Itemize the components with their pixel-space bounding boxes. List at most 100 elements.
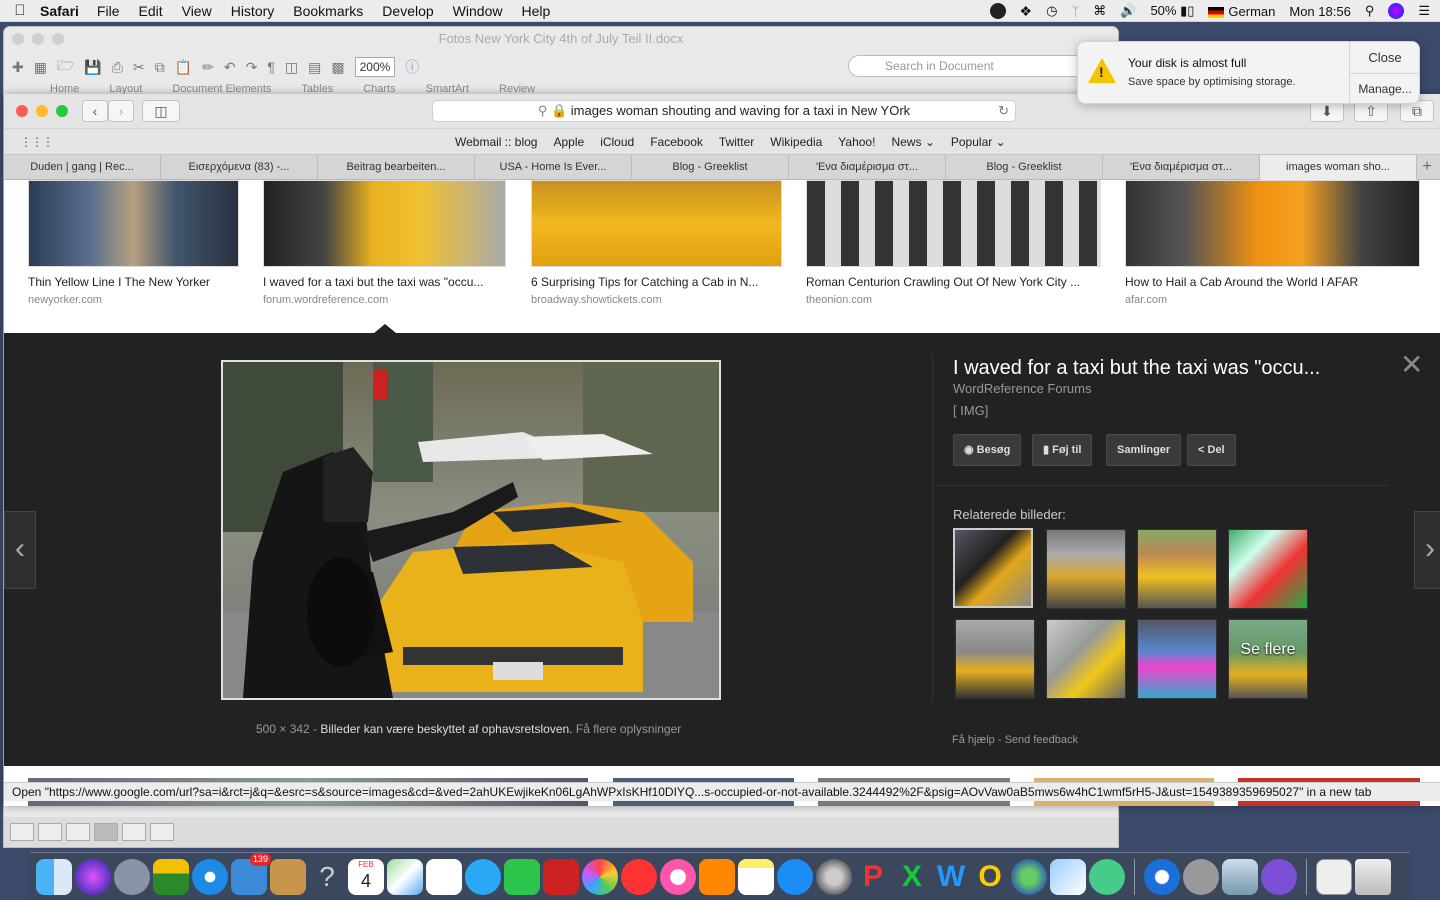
menu-window[interactable]: Window bbox=[453, 3, 503, 19]
tab-apartment-1[interactable]: 'Ενα διαμέρισμα στ... bbox=[789, 155, 946, 180]
zoom-field[interactable]: 200% bbox=[354, 57, 396, 77]
reminders-icon[interactable] bbox=[426, 858, 462, 895]
viber-icon[interactable] bbox=[1261, 858, 1297, 895]
bluetooth-icon[interactable]: ᛉ bbox=[1071, 4, 1079, 19]
gallery-icon[interactable]: ▤ bbox=[308, 59, 321, 76]
sidebar-toggle-button[interactable]: ◫ bbox=[142, 100, 180, 122]
migration-icon[interactable] bbox=[1089, 858, 1125, 895]
result-thumbnail[interactable] bbox=[263, 180, 506, 267]
tab-greeklist-2[interactable]: Blog - Greeklist bbox=[946, 155, 1103, 180]
back-button[interactable]: ‹ bbox=[82, 100, 108, 122]
calendar-icon[interactable]: FEB 4 bbox=[348, 858, 384, 895]
related-image-thumbnail[interactable] bbox=[1046, 619, 1126, 699]
dropbox-icon[interactable]: ❖ bbox=[1020, 3, 1033, 20]
close-icon[interactable]: ✕ bbox=[1400, 351, 1423, 379]
favorite-apple[interactable]: Apple bbox=[553, 135, 584, 149]
books-icon[interactable] bbox=[699, 858, 735, 895]
disk-full-notification[interactable]: ! Your disk is almost full Save space by… bbox=[1077, 41, 1420, 104]
siri-icon[interactable] bbox=[1388, 3, 1405, 19]
favorite-wikipedia[interactable]: Wikipedia bbox=[770, 135, 822, 149]
next-image-button[interactable]: › bbox=[1414, 511, 1440, 589]
favorite-popular-folder[interactable]: Popular ⌄ bbox=[951, 135, 1006, 149]
menu-history[interactable]: History bbox=[231, 3, 275, 19]
detail-site[interactable]: WordReference Forums bbox=[953, 381, 1091, 396]
messages-icon[interactable] bbox=[465, 858, 501, 895]
view-draft-button[interactable] bbox=[10, 823, 34, 841]
skype-icon[interactable] bbox=[989, 3, 1006, 19]
tab-edit-post[interactable]: Beitrag bearbeiten... bbox=[318, 155, 475, 180]
share-image-button[interactable]: < Del bbox=[1187, 434, 1236, 466]
result-caption[interactable]: Thin Yellow Line I The New Yorker bbox=[28, 275, 239, 289]
visit-button[interactable]: ◉ Besøg bbox=[953, 434, 1022, 466]
main-image[interactable] bbox=[221, 360, 721, 700]
result-thumbnail[interactable] bbox=[531, 180, 782, 267]
send-feedback-link[interactable]: Send feedback bbox=[1005, 734, 1078, 746]
safari-dock-icon[interactable] bbox=[192, 858, 228, 895]
time-machine-icon[interactable]: ◷ bbox=[1046, 3, 1057, 19]
related-image-thumbnail[interactable] bbox=[1137, 619, 1217, 699]
related-image-thumbnail[interactable] bbox=[1137, 529, 1217, 609]
tab-duden[interactable]: Duden | gang | Rec... bbox=[4, 155, 161, 180]
favorite-twitter[interactable]: Twitter bbox=[719, 135, 754, 149]
print-icon[interactable]: ⎙ bbox=[112, 59, 123, 76]
sidebar-icon[interactable]: ◫ bbox=[285, 59, 298, 76]
toolbox-icon[interactable]: ▩ bbox=[331, 59, 344, 76]
collections-button[interactable]: Samlinger bbox=[1106, 434, 1182, 466]
result-item[interactable]: How to Hail a Cab Around the World I AFA… bbox=[1125, 180, 1420, 306]
mission-control-icon[interactable] bbox=[153, 858, 189, 895]
address-bar[interactable]: ⚲ 🔒 images woman shouting and waving for… bbox=[432, 100, 1016, 122]
finder-icon[interactable] bbox=[36, 858, 72, 895]
new-tab-button[interactable]: + bbox=[1417, 155, 1437, 179]
teamviewer-icon[interactable] bbox=[1144, 858, 1180, 895]
new-document-icon[interactable]: ✚ bbox=[12, 59, 24, 76]
result-caption[interactable]: 6 Surprising Tips for Catching a Cab in … bbox=[531, 275, 782, 289]
menu-clock[interactable]: Mon 18:56 bbox=[1289, 4, 1350, 19]
related-image-thumbnail[interactable] bbox=[1046, 529, 1126, 609]
favorite-yahoo[interactable]: Yahoo! bbox=[838, 135, 875, 149]
notification-manage-button[interactable]: Manage... bbox=[1350, 74, 1420, 105]
related-image-thumbnail[interactable] bbox=[955, 619, 1035, 699]
result-caption[interactable]: I waved for a taxi but the taxi was "occ… bbox=[263, 275, 506, 289]
word-search-input[interactable]: Search in Document bbox=[848, 55, 1088, 77]
copy-icon[interactable]: ⧉ bbox=[155, 59, 165, 76]
result-item[interactable]: Thin Yellow Line I The New Yorker newyor… bbox=[28, 180, 239, 306]
menu-view[interactable]: View bbox=[182, 3, 212, 19]
menu-app-name[interactable]: Safari bbox=[40, 3, 79, 19]
tab-apartment-2[interactable]: 'Ενα διαμέρισμα στ... bbox=[1103, 155, 1260, 180]
format-painter-icon[interactable]: ✏ bbox=[202, 59, 214, 76]
help-icon[interactable]: ⓘ bbox=[405, 57, 419, 77]
reload-icon[interactable]: ↻ bbox=[998, 101, 1009, 121]
wifi-icon[interactable]: ⌘ bbox=[1093, 3, 1106, 19]
view-print-layout-button[interactable] bbox=[94, 823, 118, 841]
volume-icon[interactable]: 🔊 bbox=[1120, 3, 1136, 19]
open-icon[interactable]: 🗁 bbox=[57, 55, 74, 79]
image-capture-icon[interactable] bbox=[1222, 858, 1258, 895]
favorite-webmail[interactable]: Webmail :: blog bbox=[455, 135, 537, 149]
contacts-icon[interactable] bbox=[270, 858, 306, 895]
result-thumbnail[interactable] bbox=[1125, 180, 1420, 267]
related-image-thumbnail[interactable] bbox=[953, 528, 1033, 608]
favorite-facebook[interactable]: Facebook bbox=[650, 135, 703, 149]
save-icon[interactable]: 💾 bbox=[84, 59, 101, 76]
cut-icon[interactable]: ✂ bbox=[133, 59, 145, 76]
excel-icon[interactable]: X bbox=[894, 859, 930, 895]
help-link[interactable]: Få hjælp bbox=[952, 734, 995, 746]
redo-icon[interactable]: ↷ bbox=[246, 59, 258, 76]
menu-help[interactable]: Help bbox=[521, 3, 550, 19]
preview-icon[interactable] bbox=[1050, 858, 1086, 895]
related-image-thumbnail[interactable] bbox=[1228, 529, 1308, 609]
itunes-icon[interactable] bbox=[660, 858, 696, 895]
templates-icon[interactable]: ▦ bbox=[34, 59, 47, 76]
siri-dock-icon[interactable] bbox=[75, 858, 111, 895]
battery-status[interactable]: 50% ▮▯ bbox=[1150, 3, 1194, 19]
menu-bookmarks[interactable]: Bookmarks bbox=[293, 3, 363, 19]
notification-center-icon[interactable]: ☰ bbox=[1418, 3, 1430, 19]
more-info-link[interactable]: Få flere oplysninger bbox=[576, 722, 681, 736]
menu-edit[interactable]: Edit bbox=[138, 3, 162, 19]
paste-icon[interactable]: 📋 bbox=[175, 59, 192, 76]
see-more-button[interactable]: Se flere bbox=[1228, 619, 1308, 699]
tab-usa-home[interactable]: USA - Home Is Ever... bbox=[475, 155, 632, 180]
menu-file[interactable]: File bbox=[97, 3, 120, 19]
photo-booth-icon[interactable] bbox=[543, 858, 579, 895]
disk-utility-icon[interactable] bbox=[1183, 858, 1219, 895]
